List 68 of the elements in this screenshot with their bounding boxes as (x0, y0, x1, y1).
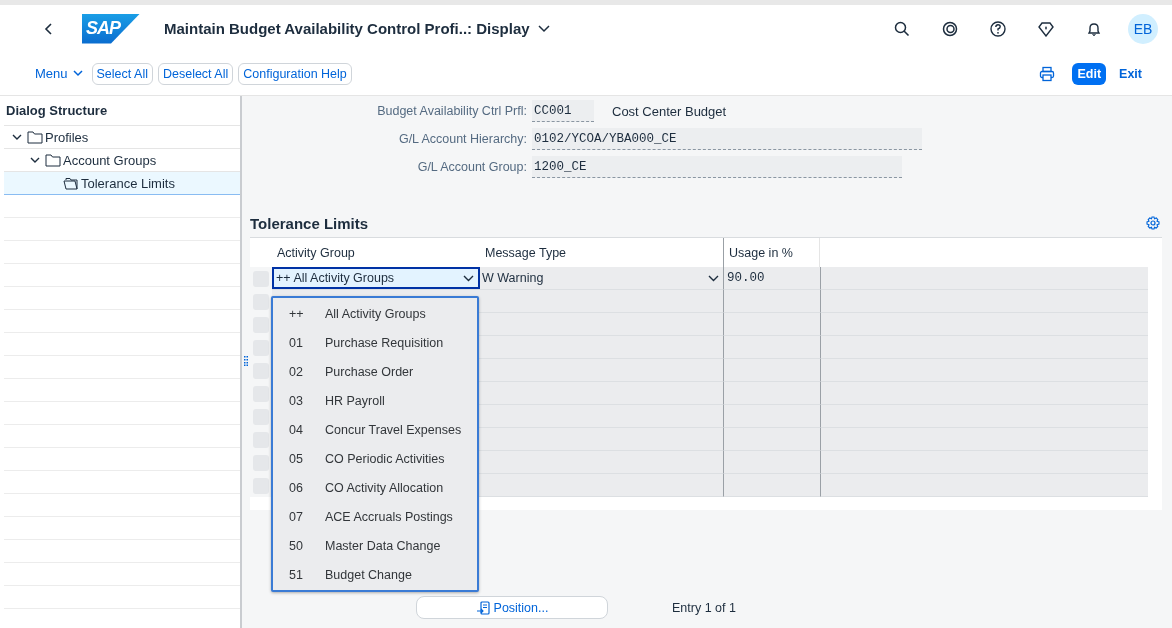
column-header: Activity Group (276, 244, 356, 262)
row-selector[interactable] (253, 293, 269, 310)
chevron-down-icon (463, 274, 474, 282)
field-value: 1200_CE (532, 156, 902, 178)
field-description: Cost Center Budget (612, 103, 727, 119)
tree-item[interactable]: Profiles (4, 126, 240, 149)
edit-button[interactable]: Edit (1072, 62, 1107, 85)
tree-item-label: Account Groups (63, 152, 157, 168)
field-label: Budget Availability Ctrl Prfl: (376, 104, 528, 118)
copilot-icon[interactable] (942, 20, 958, 37)
chevron-down-icon[interactable] (30, 155, 40, 165)
tree-item-label: Profiles (45, 129, 89, 145)
dropdown-option[interactable]: 06 CO Activity Allocation (273, 473, 477, 502)
row-selector[interactable] (253, 339, 269, 356)
dropdown-option[interactable]: 51 Budget Change (273, 560, 477, 589)
column-header: Message Type (484, 244, 568, 262)
row-selector[interactable] (253, 477, 269, 494)
company-logo[interactable]: SAP (82, 13, 140, 44)
help-icon[interactable] (990, 20, 1006, 37)
field-label: G/L Account Group: (416, 160, 528, 174)
bell-icon[interactable] (1086, 20, 1102, 37)
row-selector[interactable] (253, 316, 269, 333)
entry-count: Entry 1 of 1 (672, 599, 736, 617)
menu-button[interactable]: Menu (35, 63, 87, 84)
dropdown-option[interactable]: 01 Purchase Requisition (273, 328, 477, 357)
folder-icon (27, 130, 43, 144)
dialog-structure-title: Dialog Structure (4, 96, 240, 126)
dropdown-option[interactable]: 50 Master Data Change (273, 531, 477, 560)
row-selector[interactable] (253, 385, 269, 402)
user-avatar[interactable]: EB (1128, 13, 1158, 44)
dropdown-option[interactable]: ++ All Activity Groups (273, 299, 477, 328)
toolbar-button[interactable]: Select All (91, 62, 153, 85)
position-button[interactable]: Position... (416, 596, 608, 619)
toolbar-button[interactable]: Configuration Help (238, 62, 352, 85)
chevron-down-icon[interactable] (12, 132, 22, 142)
activity-group-dropdown[interactable]: ++ All Activity Groups (272, 267, 480, 289)
field-label: G/L Account Hierarchy: (397, 132, 528, 146)
row-selector[interactable] (253, 454, 269, 471)
row-selector[interactable] (253, 408, 269, 425)
print-icon[interactable] (1039, 65, 1056, 82)
settings-icon[interactable] (1146, 216, 1160, 230)
table-cell: 90.00 (723, 267, 820, 290)
section-title: Tolerance Limits (250, 214, 369, 232)
exit-button[interactable]: Exit (1111, 62, 1142, 85)
position-icon (475, 600, 490, 615)
folder-icon (45, 153, 61, 167)
diamond-icon[interactable] (1038, 20, 1054, 37)
dropdown-option[interactable]: 03 HR Payroll (273, 386, 477, 415)
field-value: CC001 (532, 100, 594, 122)
chevron-down-icon (708, 274, 719, 282)
caret-icon (537, 24, 550, 33)
row-selector[interactable] (253, 431, 269, 448)
dropdown-option[interactable]: 07 ACE Accruals Postings (273, 502, 477, 531)
row-selector[interactable] (253, 362, 269, 379)
dropdown-option[interactable]: 02 Purchase Order (273, 357, 477, 386)
tree-item[interactable]: Tolerance Limits (4, 172, 240, 195)
app-title-menu[interactable]: Maintain Budget Availability Control Profi..: Display (164, 20, 550, 37)
field-value: 0102/YCOA/YBA000_CE (532, 128, 922, 150)
resize-handle-icon[interactable] (244, 356, 248, 366)
dropdown-option[interactable]: 04 Concur Travel Expenses (273, 415, 477, 444)
toolbar-button[interactable]: Deselect All (157, 62, 234, 85)
back-icon (44, 21, 54, 36)
tree-item-label: Tolerance Limits (81, 175, 175, 191)
search-icon[interactable] (894, 20, 910, 37)
dropdown-option[interactable]: 05 CO Periodic Activities (273, 444, 477, 473)
caret-icon (72, 70, 83, 77)
message-type-dropdown[interactable]: W Warning (480, 267, 723, 289)
open-folder-icon (63, 176, 79, 190)
